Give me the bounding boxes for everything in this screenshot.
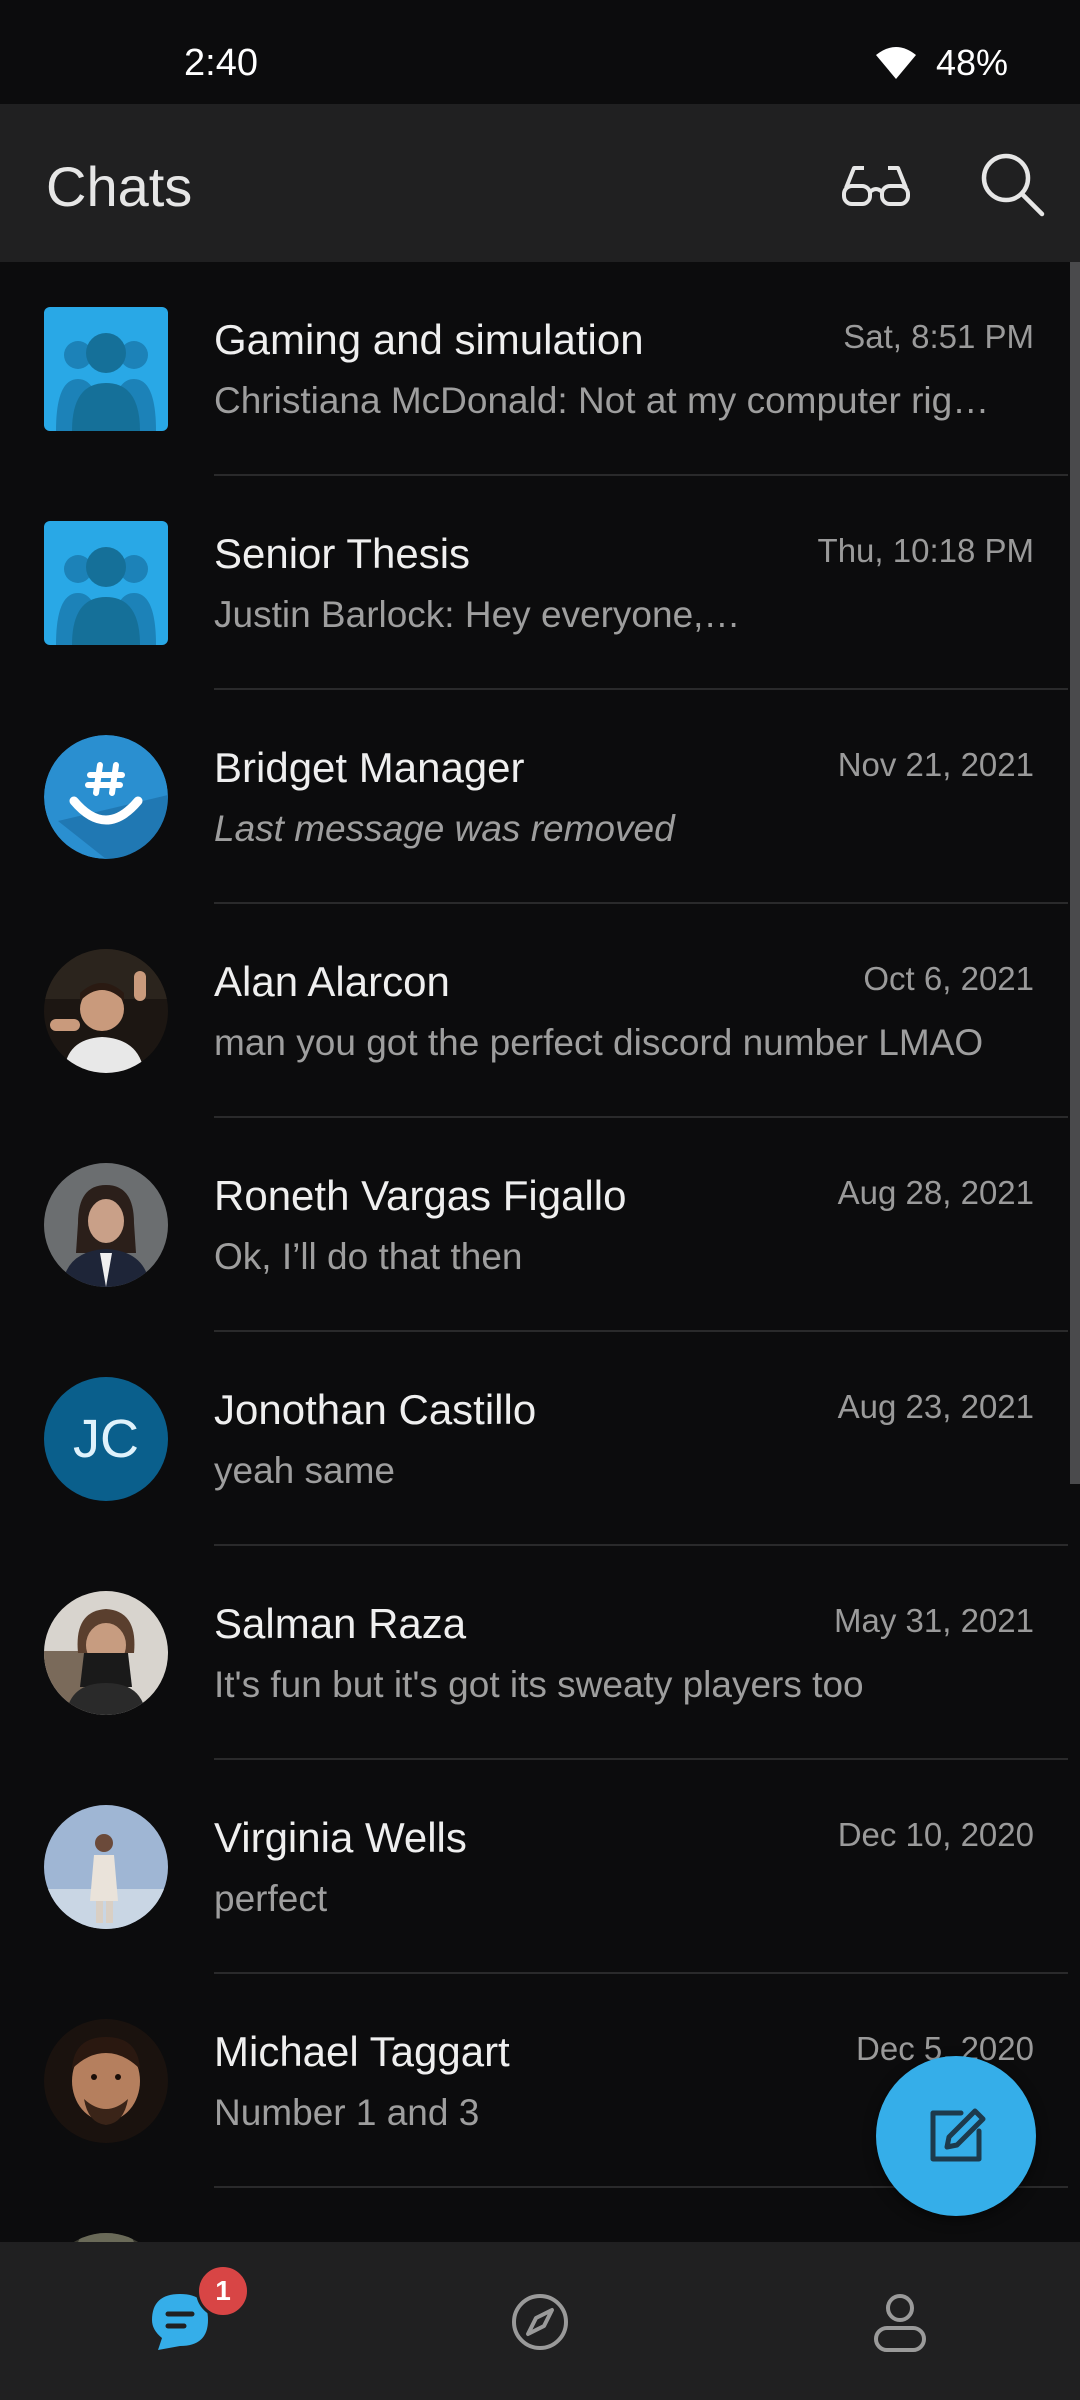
search-button[interactable] bbox=[972, 144, 1052, 224]
chat-date: Aug 28, 2021 bbox=[837, 1174, 1034, 1211]
compose-icon bbox=[930, 2108, 986, 2162]
avatar bbox=[44, 1163, 168, 1287]
chat-date: Thu, 10:18 PM bbox=[817, 532, 1034, 569]
unread-badge: 1 bbox=[196, 2264, 250, 2318]
person-photo-icon bbox=[44, 1163, 168, 1287]
wifi-icon bbox=[875, 47, 916, 79]
glasses-icon bbox=[842, 166, 910, 206]
chat-name: Virginia Wells bbox=[214, 1814, 467, 1861]
group-icon bbox=[44, 521, 168, 645]
chat-row[interactable]: Bridget Manager Nov 21, 2021 Last messag… bbox=[0, 690, 1068, 904]
status-icons: 48% bbox=[874, 42, 1008, 84]
chat-preview: Ok, I’ll do that then bbox=[214, 1236, 523, 1277]
avatar bbox=[44, 949, 168, 1073]
chat-row[interactable]: Senior Thesis Thu, 10:18 PM Justin Barlo… bbox=[0, 476, 1068, 690]
chat-date: Nov 21, 2021 bbox=[837, 746, 1034, 783]
chat-preview: Justin Barlock: Hey everyone,… bbox=[214, 594, 741, 635]
person-photo-icon bbox=[44, 1591, 168, 1715]
chat-preview: man you got the perfect discord number L… bbox=[214, 1022, 984, 1063]
chat-list[interactable]: Gaming and simulation Sat, 8:51 PM Chris… bbox=[0, 262, 1080, 2242]
chat-row[interactable]: JC Jonothan Castillo Aug 23, 2021 yeah s… bbox=[0, 1332, 1068, 1546]
nav-profile[interactable] bbox=[860, 2282, 940, 2362]
page-title: Chats bbox=[46, 155, 193, 218]
bottom-nav: 1 bbox=[0, 2242, 1080, 2400]
chat-name: Roneth Vargas Figallo bbox=[214, 1172, 627, 1219]
avatar bbox=[44, 1591, 168, 1715]
profile-icon bbox=[874, 2294, 926, 2352]
chat-name: Senior Thesis bbox=[214, 530, 471, 577]
chat-name: Bridget Manager bbox=[214, 744, 525, 791]
avatar bbox=[44, 2019, 168, 2143]
chat-preview: yeah same bbox=[214, 1450, 395, 1491]
chat-preview: Last message was removed bbox=[214, 808, 675, 849]
avatar bbox=[44, 1805, 168, 1929]
chat-name: Jonothan Castillo bbox=[214, 1386, 537, 1433]
chat-date: May 31, 2021 bbox=[834, 1602, 1034, 1639]
chat-row[interactable]: Roneth Vargas Figallo Aug 28, 2021 Ok, I… bbox=[0, 1118, 1068, 1332]
search-icon bbox=[981, 153, 1045, 217]
chat-preview: It's fun but it's got its sweaty players… bbox=[214, 1664, 864, 1705]
app-bar: Chats bbox=[0, 104, 1080, 262]
chat-name: Salman Raza bbox=[214, 1600, 467, 1647]
battery-percent: 48% bbox=[935, 42, 1008, 83]
chat-date: Sat, 8:51 PM bbox=[843, 318, 1034, 355]
group-avatar bbox=[44, 521, 168, 645]
chat-preview: perfect bbox=[214, 1878, 328, 1919]
avatar: JC bbox=[44, 1377, 168, 1501]
groupme-logo-icon bbox=[44, 735, 168, 859]
person-photo-icon bbox=[44, 2019, 168, 2143]
chat-preview: Christiana McDonald: Not at my computer … bbox=[214, 380, 990, 421]
chat-name: Alan Alarcon bbox=[214, 958, 450, 1005]
group-avatar bbox=[44, 307, 168, 431]
groupme-avatar bbox=[44, 735, 168, 859]
status-time: 2:40 bbox=[184, 42, 258, 84]
scrollbar[interactable] bbox=[1070, 262, 1080, 1484]
avatar bbox=[44, 2233, 168, 2242]
chat-date: Oct 6, 2021 bbox=[863, 960, 1034, 997]
glasses-button[interactable] bbox=[836, 144, 916, 224]
chat-date: Aug 23, 2021 bbox=[837, 1388, 1034, 1425]
person-photo-icon bbox=[44, 1805, 168, 1929]
avatar-initials: JC bbox=[44, 1377, 168, 1501]
person-photo-icon bbox=[44, 949, 168, 1073]
status-bar: 2:40 48% bbox=[0, 0, 1080, 104]
chat-row[interactable]: Gaming and simulation Sat, 8:51 PM Chris… bbox=[0, 262, 1068, 476]
chat-date: Dec 10, 2020 bbox=[837, 1816, 1034, 1853]
compass-icon bbox=[512, 2294, 568, 2350]
chat-name: Michael Taggart bbox=[214, 2028, 510, 2075]
compose-button[interactable] bbox=[876, 2056, 1036, 2216]
chat-row[interactable]: Salman Raza May 31, 2021 It's fun but it… bbox=[0, 1546, 1068, 1760]
person-photo-icon bbox=[44, 2233, 168, 2242]
chat-row[interactable]: Alan Alarcon Oct 6, 2021 man you got the… bbox=[0, 904, 1068, 1118]
chat-row[interactable]: Virginia Wells Dec 10, 2020 perfect bbox=[0, 1760, 1068, 1974]
group-icon bbox=[44, 307, 168, 431]
chat-name: Gaming and simulation bbox=[214, 316, 644, 363]
nav-discover[interactable] bbox=[500, 2282, 580, 2362]
